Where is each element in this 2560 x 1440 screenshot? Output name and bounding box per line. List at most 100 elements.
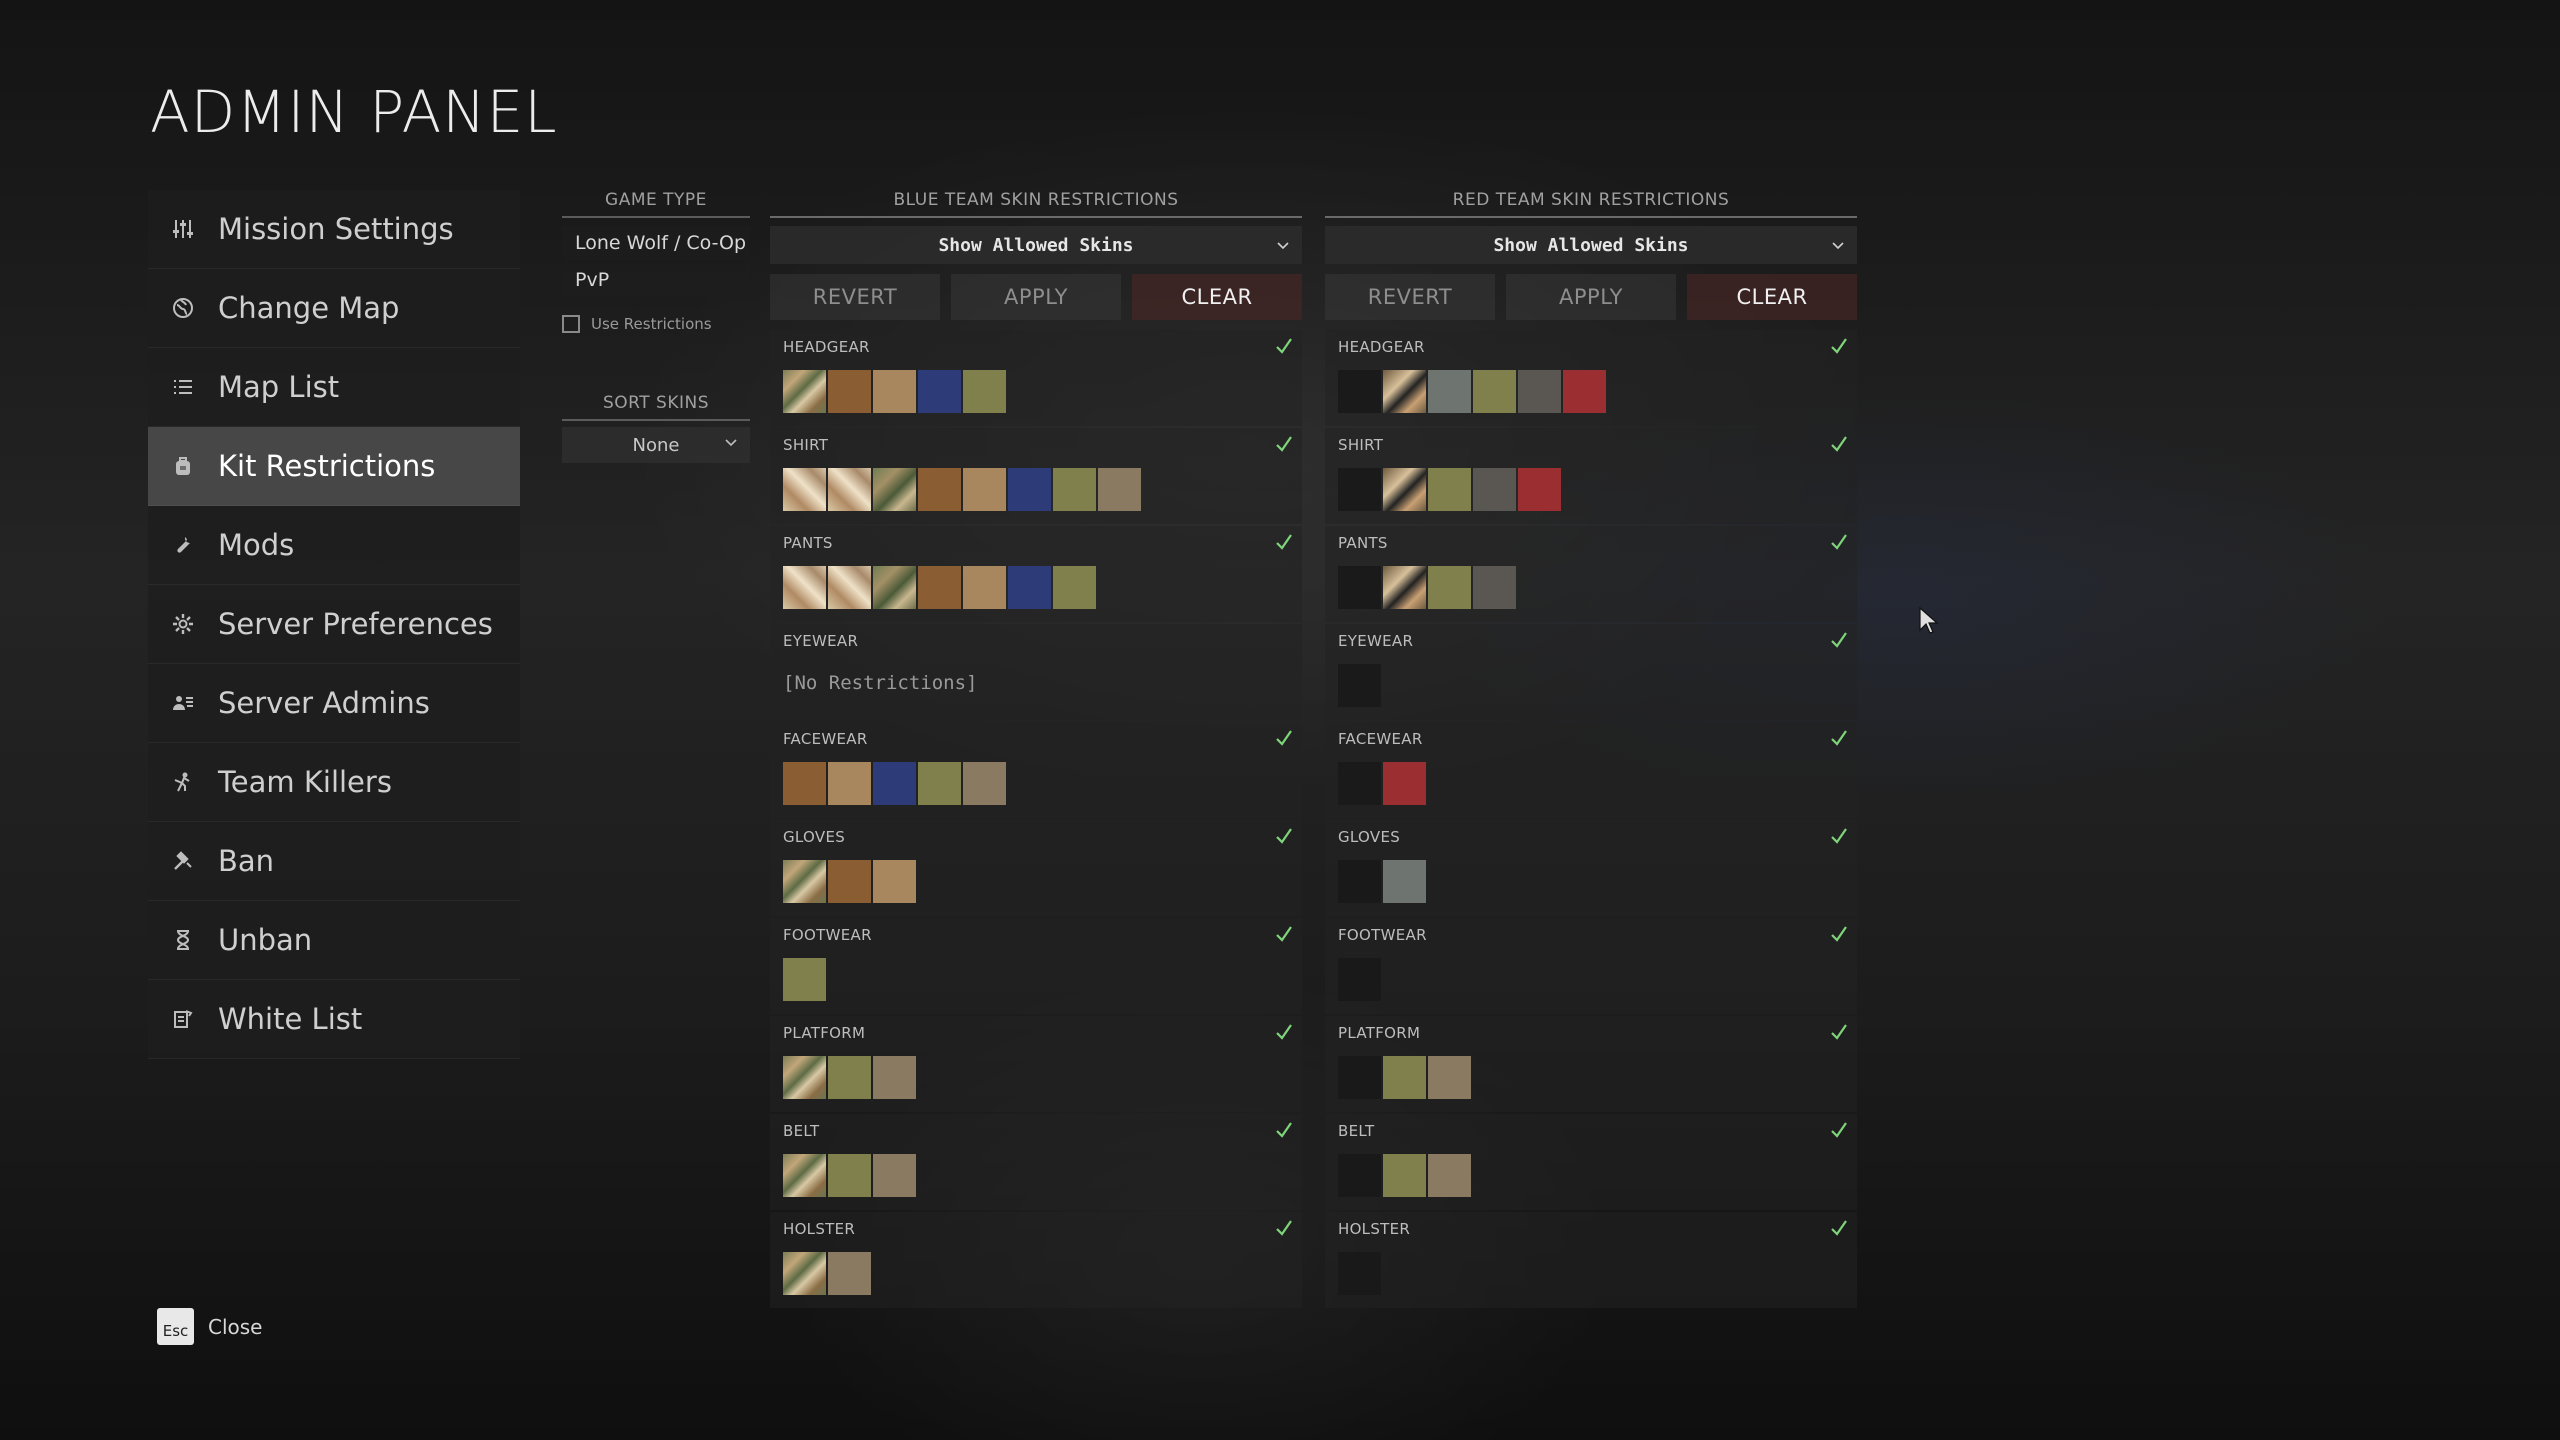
blue-revert-button[interactable]: REVERT	[770, 274, 940, 320]
skin-swatch-multicam[interactable]	[783, 370, 826, 413]
skin-swatch-tan[interactable]	[873, 370, 916, 413]
blue-slot-platform[interactable]: PLATFORM	[770, 1016, 1302, 1112]
skin-swatch-multicam[interactable]	[783, 1154, 826, 1197]
skin-swatch-cutout[interactable]	[1383, 468, 1426, 511]
skin-swatch-tan[interactable]	[963, 566, 1006, 609]
game-type-option-lone-wolf[interactable]: Lone Wolf / Co-Op	[562, 226, 750, 260]
skin-swatch-olive[interactable]	[918, 762, 961, 805]
red-slot-platform[interactable]: PLATFORM	[1325, 1016, 1857, 1112]
skin-swatch-olive[interactable]	[1383, 1154, 1426, 1197]
blue-apply-button[interactable]: APPLY	[951, 274, 1121, 320]
skin-swatch-dark2[interactable]	[1338, 860, 1381, 903]
skin-swatch-woodland[interactable]	[873, 468, 916, 511]
blue-clear-button[interactable]: CLEAR	[1132, 274, 1302, 320]
sort-skins-dropdown[interactable]: None	[562, 427, 750, 463]
skin-swatch-khaki[interactable]	[873, 1154, 916, 1197]
skin-swatch-khaki[interactable]	[963, 762, 1006, 805]
skin-swatch-grey[interactable]	[1383, 860, 1426, 903]
skin-swatch-olive[interactable]	[1473, 370, 1516, 413]
sidebar-item-mission-settings[interactable]: Mission Settings	[148, 190, 520, 269]
blue-slot-shirt[interactable]: SHIRT	[770, 428, 1302, 524]
blue-team-filter-dropdown[interactable]: Show Allowed Skins	[770, 226, 1302, 264]
skin-swatch-desertcam[interactable]	[783, 566, 826, 609]
skin-swatch-grey[interactable]	[1428, 370, 1471, 413]
red-revert-button[interactable]: REVERT	[1325, 274, 1495, 320]
skin-swatch-dkgrey[interactable]	[1518, 370, 1561, 413]
skin-swatch-black[interactable]	[1338, 762, 1381, 805]
skin-swatch-tan[interactable]	[828, 762, 871, 805]
blue-slot-belt[interactable]: BELT	[770, 1114, 1302, 1210]
skin-swatch-multicam[interactable]	[783, 860, 826, 903]
red-slot-headgear[interactable]: HEADGEAR	[1325, 330, 1857, 426]
skin-swatch-khaki[interactable]	[828, 1252, 871, 1295]
skin-swatch-khaki[interactable]	[1428, 1154, 1471, 1197]
use-restrictions-checkbox[interactable]	[562, 315, 580, 333]
skin-swatch-dark2[interactable]	[1338, 1252, 1381, 1295]
red-slot-eyewear[interactable]: EYEWEAR	[1325, 624, 1857, 720]
skin-swatch-multicam[interactable]	[783, 1056, 826, 1099]
red-slot-gloves[interactable]: GLOVES	[1325, 820, 1857, 916]
skin-swatch-tan[interactable]	[963, 468, 1006, 511]
skin-swatch-multicam[interactable]	[783, 1252, 826, 1295]
sidebar-item-white-list[interactable]: White List	[148, 980, 520, 1059]
skin-swatch-olive[interactable]	[1053, 566, 1096, 609]
sidebar-item-team-killers[interactable]: Team Killers	[148, 743, 520, 822]
skin-swatch-cutout[interactable]	[1383, 566, 1426, 609]
skin-swatch-olive[interactable]	[783, 958, 826, 1001]
skin-swatch-coyote[interactable]	[783, 762, 826, 805]
skin-swatch-khaki[interactable]	[1428, 1056, 1471, 1099]
skin-swatch-cutout[interactable]	[1383, 370, 1426, 413]
skin-swatch-red[interactable]	[1518, 468, 1561, 511]
skin-swatch-black[interactable]	[1338, 468, 1381, 511]
skin-swatch-olive[interactable]	[1053, 468, 1096, 511]
red-apply-button[interactable]: APPLY	[1506, 274, 1676, 320]
blue-slot-gloves[interactable]: GLOVES	[770, 820, 1302, 916]
red-slot-belt[interactable]: BELT	[1325, 1114, 1857, 1210]
skin-swatch-tan[interactable]	[873, 860, 916, 903]
blue-slot-headgear[interactable]: HEADGEAR	[770, 330, 1302, 426]
skin-swatch-dkgrey[interactable]	[1473, 468, 1516, 511]
skin-swatch-coyote[interactable]	[918, 566, 961, 609]
sidebar-item-ban[interactable]: Ban	[148, 822, 520, 901]
sidebar-item-map-list[interactable]: Map List	[148, 348, 520, 427]
skin-swatch-olive[interactable]	[1428, 468, 1471, 511]
skin-swatch-desertcam[interactable]	[828, 566, 871, 609]
skin-swatch-olive[interactable]	[1383, 1056, 1426, 1099]
red-clear-button[interactable]: CLEAR	[1687, 274, 1857, 320]
skin-swatch-olive[interactable]	[1428, 566, 1471, 609]
red-slot-pants[interactable]: PANTS	[1325, 526, 1857, 622]
blue-slot-eyewear[interactable]: EYEWEAR [No Restrictions]	[770, 624, 1302, 720]
skin-swatch-olive[interactable]	[828, 1056, 871, 1099]
skin-swatch-dkgrey[interactable]	[1473, 566, 1516, 609]
red-team-filter-dropdown[interactable]: Show Allowed Skins	[1325, 226, 1857, 264]
skin-swatch-navy[interactable]	[1008, 566, 1051, 609]
skin-swatch-dark2[interactable]	[1338, 1056, 1381, 1099]
red-slot-footwear[interactable]: FOOTWEAR	[1325, 918, 1857, 1014]
blue-slot-holster[interactable]: HOLSTER	[770, 1212, 1302, 1308]
red-slot-shirt[interactable]: SHIRT	[1325, 428, 1857, 524]
skin-swatch-black[interactable]	[1338, 370, 1381, 413]
skin-swatch-khaki[interactable]	[873, 1056, 916, 1099]
skin-swatch-khaki[interactable]	[1098, 468, 1141, 511]
skin-swatch-navy[interactable]	[918, 370, 961, 413]
sidebar-item-unban[interactable]: Unban	[148, 901, 520, 980]
skin-swatch-olive[interactable]	[828, 1154, 871, 1197]
game-type-option-pvp[interactable]: PvP	[562, 263, 750, 297]
skin-swatch-desertcam[interactable]	[828, 468, 871, 511]
blue-slot-facewear[interactable]: FACEWEAR	[770, 722, 1302, 818]
sidebar-item-mods[interactable]: Mods	[148, 506, 520, 585]
red-slot-holster[interactable]: HOLSTER	[1325, 1212, 1857, 1308]
blue-slot-footwear[interactable]: FOOTWEAR	[770, 918, 1302, 1014]
red-slot-facewear[interactable]: FACEWEAR	[1325, 722, 1857, 818]
blue-slot-pants[interactable]: PANTS	[770, 526, 1302, 622]
sidebar-item-kit-restrictions[interactable]: Kit Restrictions	[148, 427, 520, 506]
skin-swatch-navy[interactable]	[1008, 468, 1051, 511]
skin-swatch-woodland[interactable]	[873, 566, 916, 609]
sidebar-item-server-preferences[interactable]: Server Preferences	[148, 585, 520, 664]
skin-swatch-olive[interactable]	[963, 370, 1006, 413]
sidebar-item-change-map[interactable]: Change Map	[148, 269, 520, 348]
sidebar-item-server-admins[interactable]: Server Admins	[148, 664, 520, 743]
skin-swatch-black[interactable]	[1338, 566, 1381, 609]
skin-swatch-black[interactable]	[1338, 664, 1381, 707]
skin-swatch-navy[interactable]	[873, 762, 916, 805]
